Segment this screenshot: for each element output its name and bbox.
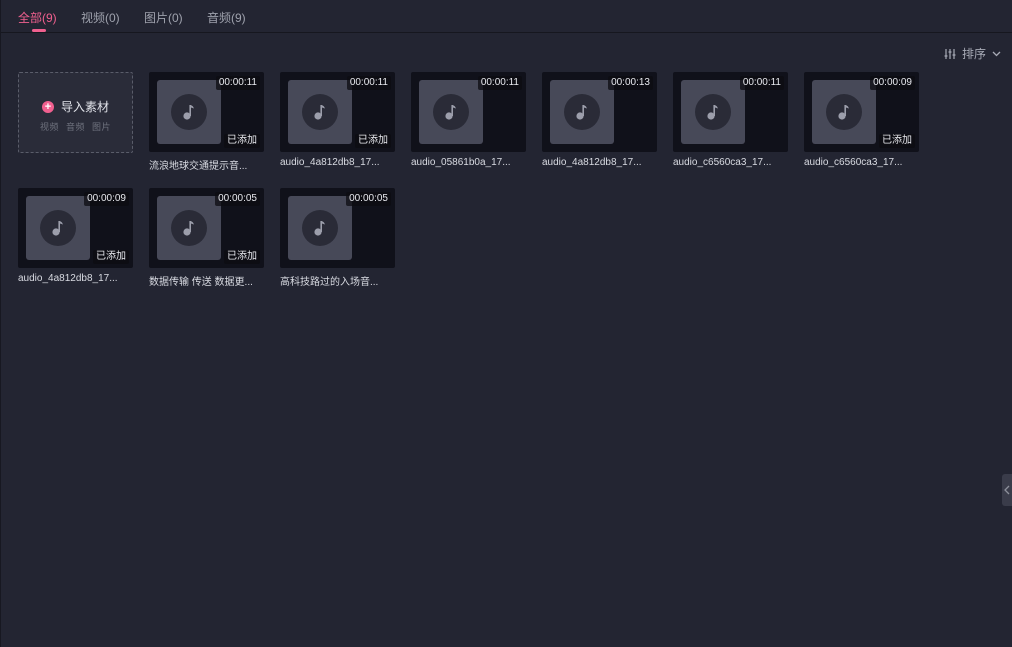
media-name: audio_4a812db8_17...	[280, 157, 380, 168]
tab-image[interactable]: 图片(0)	[144, 9, 183, 26]
added-badge: 已添加	[224, 250, 260, 264]
duration-badge: 00:00:11	[215, 76, 260, 90]
media-name: audio_c6560ca3_17...	[673, 157, 772, 168]
duration-badge: 00:00:05	[346, 192, 391, 206]
music-note-icon	[40, 210, 76, 246]
audio-cover	[288, 196, 352, 260]
music-note-icon	[302, 94, 338, 130]
audio-cover	[157, 80, 221, 144]
media-library-panel: 全部(9) 视频(0) 图片(0) 音频(9) 排序 + 导入素材 视频 音频 …	[0, 0, 1012, 647]
import-label: 导入素材	[60, 100, 109, 114]
media-item[interactable]: 00:00:11 audio_c6560ca3_17...	[673, 72, 788, 168]
duration-badge: 00:00:13	[608, 76, 653, 90]
audio-cover	[288, 80, 352, 144]
chevron-down-icon	[992, 51, 1001, 57]
media-name: 高科技路过的入场音...	[280, 277, 379, 288]
media-thumbnail[interactable]: 00:00:09 已添加	[804, 72, 919, 152]
tab-video[interactable]: 视频(0)	[81, 9, 120, 26]
media-thumbnail[interactable]: 00:00:09 已添加	[18, 188, 133, 268]
music-note-icon	[564, 94, 600, 130]
media-item[interactable]: 00:00:11 已添加流浪地球交通提示音...	[149, 72, 264, 172]
audio-cover	[681, 80, 745, 144]
sort-button[interactable]: 排序	[944, 45, 1001, 62]
sliders-icon	[944, 48, 956, 60]
media-item[interactable]: 00:00:09 已添加 audio_4a812db8_17...	[18, 188, 133, 284]
duration-badge: 00:00:05	[215, 192, 260, 206]
media-thumbnail[interactable]: 00:00:11 已添加	[149, 72, 264, 152]
music-note-icon	[302, 210, 338, 246]
added-badge: 已添加	[879, 134, 915, 148]
media-item[interactable]: 00:00:05 已添加数据传输 传送 数据更...	[149, 188, 264, 288]
media-thumbnail[interactable]: 00:00:11	[673, 72, 788, 152]
media-tabs: 全部(9) 视频(0) 图片(0) 音频(9)	[1, 0, 1012, 33]
media-name: audio_05861b0a_17...	[411, 157, 511, 168]
collapse-panel-handle[interactable]	[1002, 474, 1012, 506]
media-thumbnail[interactable]: 00:00:11	[411, 72, 526, 152]
audio-cover	[550, 80, 614, 144]
duration-badge: 00:00:11	[346, 76, 391, 90]
media-name: audio_4a812db8_17...	[18, 273, 118, 284]
media-item[interactable]: 00:00:05 高科技路过的入场音...	[280, 188, 395, 288]
duration-badge: 00:00:09	[870, 76, 915, 90]
media-item[interactable]: 00:00:11 audio_05861b0a_17...	[411, 72, 526, 168]
media-item[interactable]: 00:00:11 已添加 audio_4a812db8_17...	[280, 72, 395, 168]
plus-icon: +	[41, 100, 54, 113]
media-name: audio_c6560ca3_17...	[804, 157, 903, 168]
import-media-button[interactable]: + 导入素材 视频 音频 图片	[18, 72, 133, 153]
sort-label: 排序	[961, 47, 986, 61]
chevron-left-icon	[1004, 485, 1010, 495]
added-badge: 已添加	[355, 134, 391, 148]
duration-badge: 00:00:09	[84, 192, 129, 206]
audio-cover	[157, 196, 221, 260]
media-thumbnail[interactable]: 00:00:13	[542, 72, 657, 152]
music-note-icon	[826, 94, 862, 130]
tab-audio[interactable]: 音频(9)	[207, 9, 246, 26]
media-thumbnail[interactable]: 00:00:05	[280, 188, 395, 268]
import-types: 视频 音频 图片	[39, 122, 112, 132]
media-item[interactable]: 00:00:09 已添加 audio_c6560ca3_17...	[804, 72, 919, 168]
active-tab-indicator	[32, 29, 46, 32]
added-badge: 已添加	[93, 250, 129, 264]
music-note-icon	[171, 210, 207, 246]
media-name: 数据传输 传送 数据更...	[149, 277, 253, 288]
media-thumbnail[interactable]: 00:00:11 已添加	[280, 72, 395, 152]
music-note-icon	[433, 94, 469, 130]
added-badge: 已添加	[224, 134, 260, 148]
audio-cover	[26, 196, 90, 260]
media-item[interactable]: 00:00:13 audio_4a812db8_17...	[542, 72, 657, 168]
media-name: audio_4a812db8_17...	[542, 157, 642, 168]
music-note-icon	[695, 94, 731, 130]
duration-badge: 00:00:11	[739, 76, 784, 90]
media-name: 流浪地球交通提示音...	[149, 161, 248, 172]
duration-badge: 00:00:11	[477, 76, 522, 90]
audio-cover	[812, 80, 876, 144]
media-thumbnail[interactable]: 00:00:05 已添加	[149, 188, 264, 268]
music-note-icon	[171, 94, 207, 130]
audio-cover	[419, 80, 483, 144]
tab-all[interactable]: 全部(9)	[18, 9, 57, 26]
